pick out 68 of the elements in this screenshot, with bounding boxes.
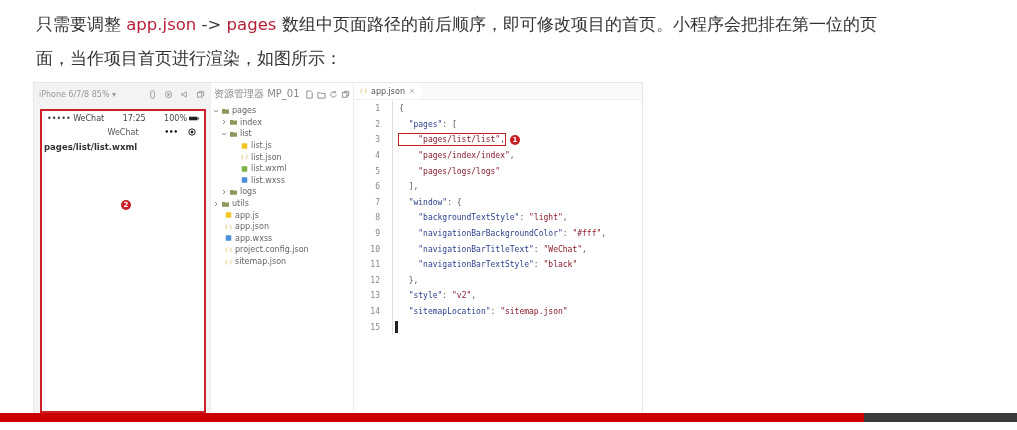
explorer-title: 资源管理器 MP_01	[214, 87, 300, 101]
braces-icon	[241, 154, 248, 161]
tree-item[interactable]: list.wxss	[211, 174, 353, 187]
tree-item[interactable]: app.json	[211, 220, 353, 233]
tree-item[interactable]: list.json	[211, 151, 353, 163]
code-line: "navigationBarTitleText": "WeChat",	[417, 244, 587, 254]
line-number: 2	[374, 119, 381, 129]
record-icon[interactable]	[164, 89, 173, 99]
code-line: "window": {	[407, 197, 462, 207]
line-number: 6	[374, 182, 381, 192]
tree-item[interactable]: index	[211, 116, 353, 129]
line-number: 13	[369, 291, 381, 301]
code-line: "style": "v2",	[407, 291, 477, 301]
tree-item[interactable]: utils	[211, 197, 353, 210]
file-icon	[241, 142, 248, 149]
nav-title: WeChat	[107, 127, 139, 137]
file-icon	[225, 235, 232, 242]
line-number: 3	[374, 135, 381, 145]
tree-item[interactable]: app.js	[211, 209, 353, 221]
time-text: 17:25	[122, 114, 146, 123]
line-number: 11	[369, 260, 381, 270]
tab-label: app.json	[371, 86, 405, 96]
collapse-icon[interactable]	[340, 89, 350, 99]
tree-item[interactable]: list	[211, 128, 353, 140]
code-line: "pages/index/index",	[417, 151, 515, 161]
line-number: 10	[369, 244, 381, 254]
code-line: "navigationBarBackgroundColor": "#fff",	[417, 229, 607, 239]
speaker-icon[interactable]	[180, 89, 189, 99]
refresh-icon[interactable]	[328, 89, 338, 99]
code-line: "pages": [	[407, 119, 457, 129]
tree-item[interactable]: list.wxml	[211, 162, 353, 175]
tree-item[interactable]: pages	[211, 105, 353, 117]
line-number: 4	[374, 151, 381, 161]
line-number: 8	[374, 213, 381, 223]
code-line: "pages/list/list",	[399, 134, 505, 146]
braces-icon	[360, 88, 367, 94]
code-line: {	[399, 104, 404, 114]
line-number: 15	[369, 322, 381, 332]
carrier-text: ••••• WeChat	[47, 114, 105, 123]
tree-item[interactable]: logs	[211, 186, 353, 198]
battery-icon	[189, 116, 199, 121]
window-icon[interactable]	[196, 89, 205, 99]
file-icon	[225, 212, 232, 219]
braces-icon	[225, 258, 232, 265]
page-text: pages/list/list.wxml	[43, 141, 139, 154]
line-number: 1	[374, 104, 381, 114]
line-number: 14	[369, 307, 381, 316]
code-line: "sitemapLocation": "sitemap.json"	[407, 307, 568, 316]
code-line: "pages/logs/logs"	[417, 166, 501, 176]
new-file-icon[interactable]	[304, 89, 314, 99]
battery-text: 100%	[164, 114, 187, 123]
phone-icon[interactable]	[148, 89, 157, 99]
tree-item[interactable]: project.config.json	[211, 244, 353, 256]
intro-paragraph: 只需要调整 app.json -> pages 数组中页面路径的前后顺序，即可修改项目的首页。小程序会把排在第一位的页面，当作项目首页进行渲染，如图所示：	[35, 14, 878, 70]
line-number: 9	[374, 229, 381, 239]
braces-icon	[225, 246, 232, 253]
tree-item[interactable]: list.js	[211, 139, 353, 152]
tree-item[interactable]: sitemap.json	[211, 255, 353, 268]
braces-icon	[225, 223, 232, 230]
code-line: "backgroundTextStyle": "light",	[417, 213, 568, 223]
code-line: "navigationBarTextStyle": "black"	[417, 260, 578, 270]
code-line: },	[407, 275, 419, 285]
tree-item[interactable]: app.wxss	[211, 232, 353, 245]
code-line: ],	[407, 182, 419, 192]
line-number: 12	[369, 275, 381, 285]
line-number: 7	[374, 197, 381, 207]
new-folder-icon[interactable]	[316, 89, 326, 99]
line-number: 5	[374, 166, 381, 176]
